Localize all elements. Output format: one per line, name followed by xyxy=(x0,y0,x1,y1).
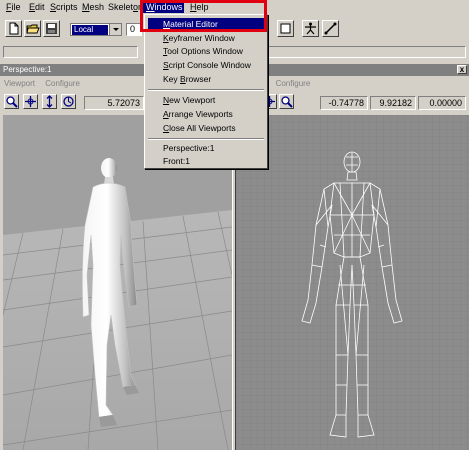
magnifier-icon xyxy=(6,96,18,108)
new-file-button[interactable] xyxy=(5,20,22,37)
save-file-button[interactable] xyxy=(43,20,60,37)
right-viewport-menu-configure[interactable]: Configure xyxy=(276,79,311,88)
menu-item-tool-options-window[interactable]: Tool Options Window xyxy=(163,46,243,57)
magnifier-icon xyxy=(281,96,293,108)
coordinate-mode-value: Local xyxy=(72,25,108,35)
menu-item-close-all-viewports[interactable]: Close All Viewports xyxy=(163,123,236,134)
move-arrows-icon xyxy=(25,96,36,107)
menu-item-arrange-viewports[interactable]: Arrange Viewports xyxy=(163,109,233,120)
left-viewport-value[interactable]: 5.72073 xyxy=(84,96,144,110)
menu-file[interactable]: File xyxy=(6,2,21,12)
vertical-arrows-icon xyxy=(46,95,53,108)
right-zoom-button[interactable] xyxy=(279,94,294,109)
menu-scripts[interactable]: Scripts xyxy=(50,2,78,12)
frame-button[interactable] xyxy=(277,20,294,37)
bone-icon xyxy=(324,22,337,35)
open-folder-icon xyxy=(26,24,40,34)
chevron-down-icon[interactable] xyxy=(109,24,121,35)
front-viewport[interactable] xyxy=(236,115,469,450)
status-field-left xyxy=(3,46,138,58)
menu-item-new-viewport[interactable]: New Viewport xyxy=(163,95,215,106)
close-icon[interactable]: x xyxy=(457,65,467,74)
menu-item-keyframer-window[interactable]: Keyframer Window xyxy=(163,33,235,44)
rotate-icon xyxy=(63,96,74,107)
right-viewport-value-y[interactable]: 9.92182 xyxy=(370,96,416,110)
menu-bar: File Edit Scripts Mesh Skeleton Windows … xyxy=(0,0,469,14)
menu-skeleton[interactable]: Skeleton xyxy=(108,2,143,12)
dolly-button[interactable] xyxy=(42,94,57,109)
windows-dropdown-menu: Material Editor Keyframer Window Tool Op… xyxy=(144,14,268,169)
left-viewport-menu-viewport[interactable]: Viewport xyxy=(4,79,35,88)
menu-edit[interactable]: Edit xyxy=(29,2,45,12)
right-viewport-value-z[interactable]: 0.00000 xyxy=(418,96,466,110)
zoom-button[interactable] xyxy=(4,94,19,109)
menu-help[interactable]: Help xyxy=(190,2,209,12)
front-scene xyxy=(236,115,469,450)
skeleton-tool-button[interactable] xyxy=(302,20,319,37)
rotate-button[interactable] xyxy=(61,94,76,109)
viewport-title: Perspective:1 xyxy=(3,65,52,74)
menu-item-script-console-window[interactable]: Script Console Window xyxy=(163,60,251,71)
menu-item-key-browser[interactable]: Key Browser xyxy=(163,74,211,85)
save-disk-icon xyxy=(46,23,57,34)
left-viewport-menu: Viewport Configure xyxy=(4,78,80,90)
skeleton-figure-icon xyxy=(305,22,316,35)
menu-item-material-editor[interactable]: Material Editor xyxy=(163,19,218,30)
bone-tool-button[interactable] xyxy=(322,20,339,37)
left-viewport-menu-configure[interactable]: Configure xyxy=(45,79,80,88)
open-file-button[interactable] xyxy=(24,20,41,37)
menu-mesh[interactable]: Mesh xyxy=(82,2,104,12)
menu-separator xyxy=(148,89,264,91)
toolbar-value-field[interactable]: 0 xyxy=(126,23,142,36)
coordinate-mode-select[interactable]: Local xyxy=(70,23,122,36)
new-file-icon xyxy=(9,22,19,35)
menu-windows[interactable]: Windows xyxy=(146,2,183,12)
pan-button[interactable] xyxy=(23,94,38,109)
menu-separator xyxy=(148,138,264,140)
menu-item-perspective-1[interactable]: Perspective:1 xyxy=(163,143,215,154)
right-viewport-value-x[interactable]: -0.74778 xyxy=(320,96,368,110)
frame-icon xyxy=(280,23,291,34)
menu-item-front-1[interactable]: Front:1 xyxy=(163,156,190,167)
status-field-right xyxy=(266,46,466,58)
